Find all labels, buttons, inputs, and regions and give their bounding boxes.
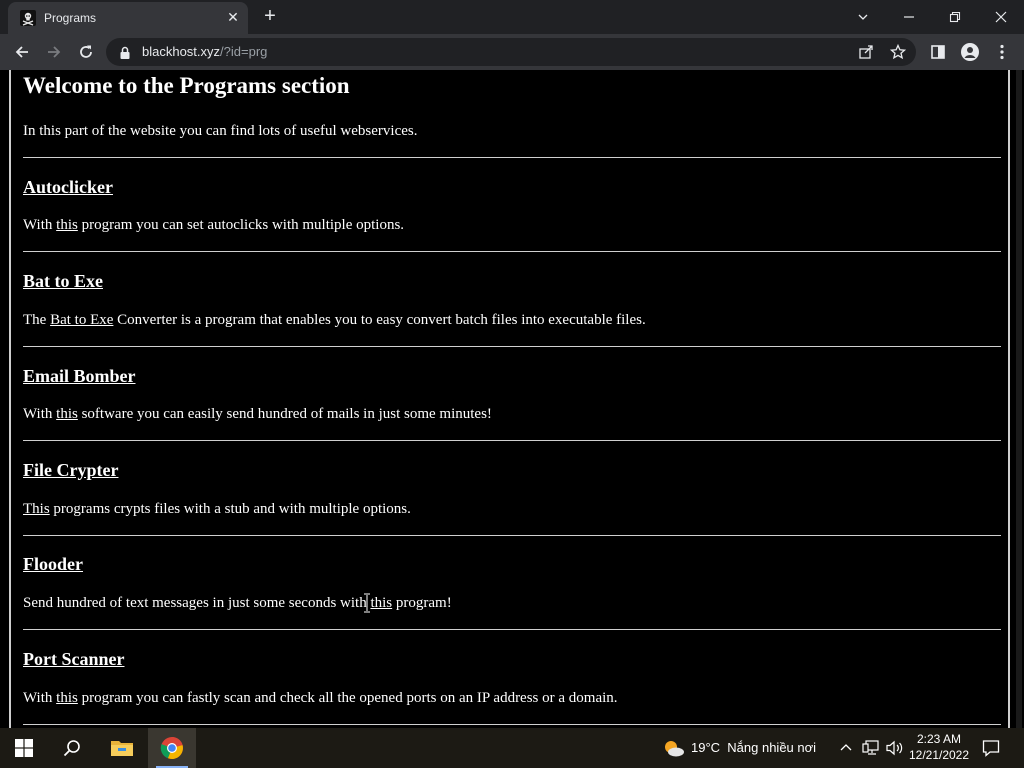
divider: [23, 724, 1001, 725]
taskbar-clock[interactable]: 2:23 AM 12/21/2022: [906, 731, 972, 763]
desc-text: program you can fastly scan and check al…: [77, 690, 618, 706]
minimize-icon[interactable]: [886, 0, 932, 34]
clock-date: 12/21/2022: [908, 748, 970, 762]
ibeam-cursor-icon: [362, 593, 372, 613]
weather-sun-cloud-icon[interactable]: [660, 738, 686, 758]
inline-program-link[interactable]: Bat to Exe: [50, 312, 113, 328]
intro-text: In this part of the website you can find…: [23, 123, 418, 139]
frame-right-border: [1008, 70, 1010, 728]
url-text: blackhost.xyz/?id=prg: [142, 44, 267, 59]
inline-program-link[interactable]: this: [370, 595, 392, 611]
browser-tab[interactable]: Programs ✕: [8, 2, 248, 34]
weather-desc: Nắng nhiều nơi: [727, 740, 817, 755]
url-path: /?id=prg: [220, 44, 268, 59]
tab-close-icon[interactable]: ✕: [224, 9, 242, 27]
notification-icon[interactable]: [981, 738, 1001, 758]
forward-arrow-icon[interactable]: [40, 38, 68, 66]
search-icon[interactable]: [48, 728, 96, 768]
kebab-menu-icon[interactable]: [988, 38, 1016, 66]
profile-icon[interactable]: [956, 38, 984, 66]
desc-text: With: [23, 217, 57, 233]
page-title: Welcome to the Programs section: [23, 73, 350, 98]
desc-text: program you can set autoclicks with mult…: [77, 217, 405, 233]
program-description: With this program you can fastly scan an…: [23, 690, 618, 707]
back-arrow-icon[interactable]: [8, 38, 36, 66]
divider: [23, 251, 1001, 252]
tab-strip: Programs ✕ +: [0, 0, 1024, 34]
windows-start-icon[interactable]: [0, 728, 48, 768]
chrome-icon[interactable]: [148, 728, 196, 768]
tab-search-chevron-down-icon[interactable]: [840, 0, 886, 34]
file-explorer-folder-icon[interactable]: [98, 728, 146, 768]
desc-text: program!: [392, 595, 452, 611]
desc-text: Converter is a program that enables you …: [113, 312, 646, 328]
desc-text: With: [23, 406, 57, 422]
inline-program-link[interactable]: this: [56, 217, 78, 233]
desc-text: Send hundred of text messages in just so…: [23, 595, 371, 611]
side-panel-icon[interactable]: [924, 38, 952, 66]
program-description: This programs crypts files with a stub a…: [23, 501, 411, 518]
frame-left-border: [9, 70, 11, 728]
program-link-file-crypter[interactable]: File Crypter: [23, 460, 118, 481]
desc-text: programs crypts files with a stub and wi…: [49, 501, 411, 517]
inline-program-link[interactable]: this: [56, 406, 78, 422]
program-description: With this program you can set autoclicks…: [23, 217, 404, 234]
desc-text: The: [23, 312, 51, 328]
speaker-icon[interactable]: [885, 738, 905, 758]
new-tab-button[interactable]: +: [258, 5, 282, 29]
program-link-email-bomber[interactable]: Email Bomber: [23, 366, 136, 387]
program-link-flooder[interactable]: Flooder: [23, 554, 83, 575]
share-icon[interactable]: [856, 42, 876, 62]
divider: [23, 157, 1001, 158]
program-description: With this software you can easily send h…: [23, 406, 492, 423]
desc-text: software you can easily send hundred of …: [77, 406, 492, 422]
window-close-icon[interactable]: [978, 0, 1024, 34]
page-scrollbar[interactable]: [1014, 70, 1024, 728]
reload-icon[interactable]: [72, 38, 100, 66]
program-link-autoclicker[interactable]: Autoclicker: [23, 177, 113, 198]
address-bar[interactable]: blackhost.xyz/?id=prg: [106, 38, 916, 66]
program-link-bat-to-exe[interactable]: Bat to Exe: [23, 271, 103, 292]
network-icon[interactable]: [861, 738, 881, 758]
divider: [23, 440, 1001, 441]
restore-icon[interactable]: [932, 0, 978, 34]
program-description: The Bat to Exe Converter is a program th…: [23, 312, 646, 329]
scrollbar-thumb[interactable]: [1016, 70, 1022, 728]
windows-taskbar: 19°C Nắng nhiều nơi 2:23 AM 12/21/2022: [0, 728, 1024, 768]
lock-icon[interactable]: [118, 45, 132, 59]
program-description: Send hundred of text messages in just so…: [23, 595, 452, 612]
divider: [23, 629, 1001, 630]
pirate-flag-favicon-icon: [20, 10, 36, 26]
inline-program-link[interactable]: This: [23, 501, 50, 517]
clock-time: 2:23 AM: [916, 732, 962, 746]
url-host: blackhost.xyz: [142, 44, 221, 59]
divider: [23, 346, 1001, 347]
inline-program-link[interactable]: this: [56, 690, 78, 706]
tab-title: Programs: [44, 11, 97, 25]
star-icon[interactable]: [888, 42, 908, 62]
divider: [23, 535, 1001, 536]
program-link-port-scanner[interactable]: Port Scanner: [23, 649, 124, 670]
weather-widget[interactable]: 19°C Nắng nhiều nơi: [691, 740, 816, 755]
browser-toolbar: blackhost.xyz/?id=prg: [0, 34, 1024, 70]
weather-temp: 19°C: [691, 740, 721, 755]
chevron-up-icon[interactable]: [836, 738, 856, 758]
desc-text: With: [23, 690, 57, 706]
page-viewport: Welcome to the Programs section In this …: [0, 70, 1024, 728]
